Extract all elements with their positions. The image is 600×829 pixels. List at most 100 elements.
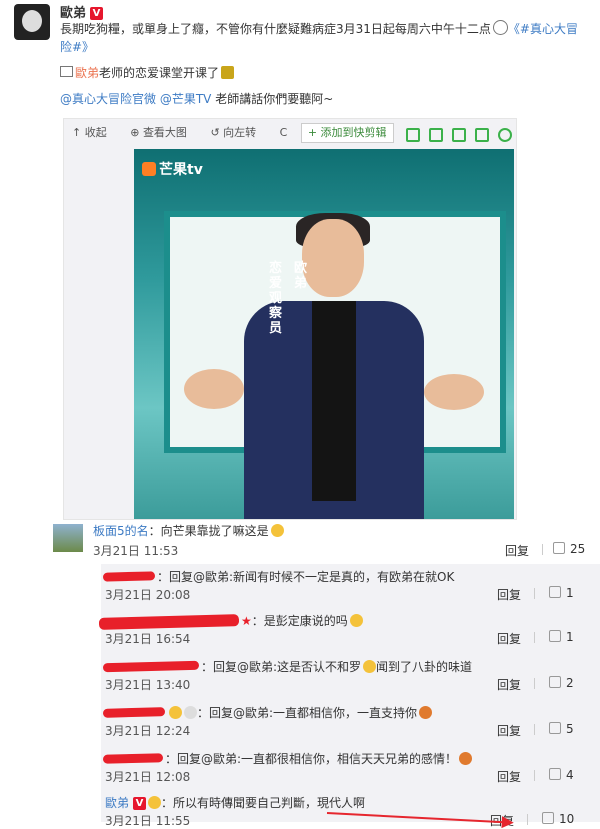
author-avatar[interactable] bbox=[14, 4, 50, 40]
reply-time: 3月21日 13:40 bbox=[105, 678, 191, 692]
reply-time: 3月21日 12:08 bbox=[105, 770, 191, 784]
reply-button[interactable]: 回复 bbox=[497, 768, 521, 785]
commenter-name[interactable]: 板面5的名 bbox=[93, 524, 149, 538]
mention-link-2[interactable]: @芒果TV bbox=[160, 92, 212, 106]
redaction-mark bbox=[102, 707, 166, 718]
reply-text: ：回复@歐弟:一直都很相信你，相信天天兄弟的感情！ bbox=[165, 750, 473, 767]
reply-button[interactable]: 回复 bbox=[497, 676, 521, 693]
share-icon[interactable] bbox=[475, 128, 489, 142]
thumbs-up-icon bbox=[549, 768, 561, 780]
divider bbox=[542, 544, 543, 555]
like-count: 1 bbox=[566, 586, 574, 600]
like-button[interactable]: 5 bbox=[549, 722, 574, 736]
poster-vertical-text: 恋爱观察员 bbox=[269, 261, 283, 336]
thumbs-up-icon bbox=[553, 542, 565, 554]
divider bbox=[534, 588, 535, 599]
post-text: 長期吃狗糧，或單身上了癮，不管你有什麼疑難病症3月31日起每周六中午十二点 《#真… bbox=[60, 20, 590, 56]
pig-emoji-icon bbox=[459, 752, 473, 765]
hashtag-link[interactable]: 《#真心大冒 bbox=[508, 22, 578, 36]
like-button[interactable]: 1 bbox=[549, 630, 574, 644]
like-count: 10 bbox=[559, 812, 575, 826]
thumbs-up-icon bbox=[549, 630, 561, 642]
left-hand bbox=[184, 369, 244, 409]
add-to-clip-button[interactable]: + 添加到快剪辑 bbox=[300, 123, 394, 143]
reply-body: ：回复@歐弟:一直都很相信你，相信天天兄弟的感情！ bbox=[165, 752, 458, 766]
reply-text: ：回复@歐弟:新闻有时候不一定是真的，有欧弟在就OK bbox=[157, 570, 455, 584]
like-button[interactable]: 4 bbox=[549, 768, 574, 782]
thumbs-up-icon bbox=[549, 722, 561, 734]
smile-emoji-icon bbox=[270, 524, 284, 537]
reply-text: ：回复@歐弟:一直都相信你，一直支持你 bbox=[167, 704, 433, 721]
rotate-left-label: 向左转 bbox=[223, 126, 257, 139]
hashtag-link-end[interactable]: 险#》 bbox=[60, 40, 94, 54]
divider bbox=[534, 770, 535, 781]
poster-vertical-name: 欧弟 bbox=[294, 261, 308, 291]
mango-tv-logo: 芒果tv bbox=[142, 159, 203, 179]
reply-button[interactable]: 回复 bbox=[497, 586, 521, 603]
verified-badge-icon: V bbox=[90, 7, 104, 20]
cat-emoji-icon bbox=[363, 660, 377, 673]
like-button[interactable]: 10 bbox=[542, 812, 574, 826]
redaction-mark bbox=[102, 753, 164, 764]
reply-body-tail: 闻到了八卦的味道 bbox=[376, 660, 473, 674]
like-button[interactable]: 25 bbox=[553, 542, 585, 556]
emoji-icon bbox=[148, 796, 162, 809]
pig-emoji-icon bbox=[419, 706, 433, 719]
post-text-tail: 老師講話你們要聽阿~ bbox=[211, 92, 334, 106]
post-text-line1: 長期吃狗糧，或單身上了癮，不管你有什麼疑難病症3月31日起每周六中午十二点 bbox=[60, 22, 491, 36]
like-count: 2 bbox=[566, 676, 574, 690]
reply-body: ：是彭定康说的吗 bbox=[251, 614, 348, 628]
reply-body: ：回复@歐弟:一直都相信你，一直支持你 bbox=[197, 706, 418, 720]
settings-icon[interactable] bbox=[498, 128, 512, 142]
like-button[interactable]: 1 bbox=[549, 586, 574, 600]
logo-text: 芒果tv bbox=[159, 162, 203, 178]
author-name[interactable]: 歐弟 V bbox=[60, 2, 104, 21]
shirt bbox=[312, 301, 356, 501]
comment-body: ：向芒果靠拢了嘛这是 bbox=[148, 524, 269, 538]
author-mention[interactable]: 歐弟 bbox=[75, 66, 99, 80]
divider bbox=[527, 814, 528, 825]
thumbs-up-icon bbox=[549, 676, 561, 688]
view-large-button[interactable]: ⊕ 查看大图 bbox=[130, 126, 197, 139]
bee-emoji-icon bbox=[221, 66, 235, 79]
collapse-button[interactable]: ↑ 收起 bbox=[72, 126, 117, 139]
like-count: 25 bbox=[570, 542, 586, 556]
reply-time: 3月21日 20:08 bbox=[105, 588, 191, 602]
mention-link-1[interactable]: @真心大冒险官微 bbox=[60, 92, 156, 106]
divider bbox=[534, 678, 535, 689]
reply-body: ：回复@歐弟:这是否认不和罗 bbox=[201, 660, 362, 674]
comment-section: 板面5的名：向芒果靠拢了嘛这是 3月21日 11:53 回复 25 ：回复@歐弟… bbox=[37, 520, 600, 828]
chalkboard-icon bbox=[60, 66, 73, 77]
reply-text: ：回复@歐弟:这是否认不和罗 闻到了八卦的味道 bbox=[201, 658, 472, 675]
reply-body: ：所以有時傳聞要自己判斷，現代人啊 bbox=[161, 796, 366, 810]
author-name-text[interactable]: 歐弟 bbox=[60, 6, 86, 21]
reply-button[interactable]: 回复 bbox=[497, 722, 521, 739]
view-large-label: 查看大图 bbox=[142, 126, 187, 139]
poster-image[interactable]: 芒果tv 恋爱观察员 欧弟 bbox=[134, 149, 514, 519]
like-button[interactable]: 2 bbox=[549, 676, 574, 690]
post-text-line2: 歐弟老师的恋爱课堂开课了 bbox=[60, 64, 590, 82]
like-count: 1 bbox=[566, 630, 574, 644]
rotate-right-button[interactable]: C bbox=[280, 126, 288, 139]
verified-badge-icon: V bbox=[133, 797, 147, 810]
author-reply-name[interactable]: 歐弟 bbox=[105, 796, 129, 810]
reply-button[interactable]: 回复 bbox=[505, 542, 529, 559]
thumbs-up-icon bbox=[542, 812, 554, 824]
fullscreen-icon[interactable] bbox=[429, 128, 443, 142]
divider bbox=[534, 632, 535, 643]
like-count: 5 bbox=[566, 722, 574, 736]
post-text-line3: @真心大冒险官微 @芒果TV 老師講話你們要聽阿~ bbox=[60, 90, 590, 108]
v-badge-icon bbox=[169, 706, 182, 719]
divider bbox=[534, 724, 535, 735]
post-text-class: 老师的恋爱课堂开课了 bbox=[99, 66, 220, 80]
reply-text: 歐弟 V ：所以有時傳聞要自己判斷，現代人啊 bbox=[105, 794, 365, 811]
grid-icon[interactable] bbox=[452, 128, 466, 142]
rotate-left-button[interactable]: ↺ 向左转 bbox=[210, 126, 266, 139]
comment-time: 3月21日 11:53 bbox=[93, 544, 179, 558]
reply-button[interactable]: 回复 bbox=[497, 630, 521, 647]
commenter-avatar[interactable] bbox=[53, 524, 83, 552]
media-toolbar: ↑ 收起 ⊕ 查看大图 ↺ 向左转 C + 添加到快剪辑 bbox=[64, 119, 516, 147]
picture-icon[interactable] bbox=[406, 128, 420, 142]
collapse-label: 收起 bbox=[84, 126, 107, 139]
like-count: 4 bbox=[566, 768, 574, 782]
